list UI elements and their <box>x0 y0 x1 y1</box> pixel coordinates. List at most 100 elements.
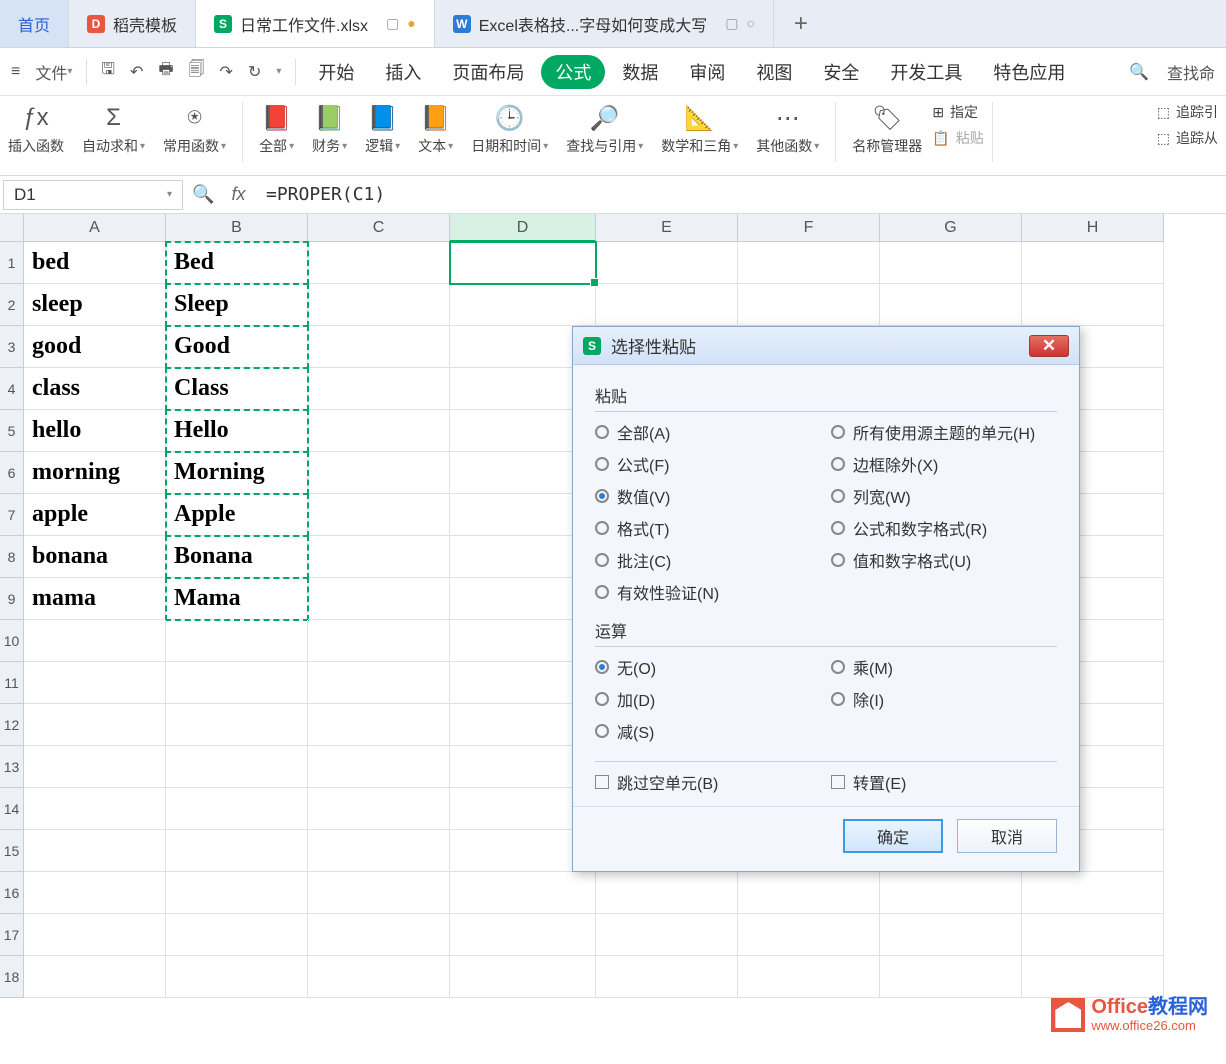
autosum-button[interactable]: Σ自动求和▾ <box>74 102 153 158</box>
row-header[interactable]: 11 <box>0 662 24 704</box>
cell-B9[interactable]: Mama <box>166 578 308 620</box>
cell-D16[interactable] <box>450 872 596 914</box>
radio-validation[interactable]: 有效性验证(N) <box>595 580 821 604</box>
formula-bar[interactable]: =PROPER(C1) <box>256 184 1226 205</box>
cell-A6[interactable]: morning <box>24 452 166 494</box>
cell-A10[interactable] <box>24 620 166 662</box>
col-header-G[interactable]: G <box>880 214 1022 242</box>
cell-B11[interactable] <box>166 662 308 704</box>
col-header-H[interactable]: H <box>1022 214 1164 242</box>
cell-A4[interactable]: class <box>24 368 166 410</box>
tab-new[interactable]: + <box>774 10 828 38</box>
cell-A7[interactable]: apple <box>24 494 166 536</box>
cell-F16[interactable] <box>738 872 880 914</box>
cell-A1[interactable]: bed <box>24 242 166 284</box>
redo2-icon[interactable]: ↻ <box>242 58 267 86</box>
save-icon[interactable]: 🖫 <box>95 54 121 89</box>
menu-insert[interactable]: 插入 <box>371 55 435 89</box>
cell-D2[interactable] <box>450 284 596 326</box>
cell-C18[interactable] <box>308 956 450 998</box>
menu-security[interactable]: 安全 <box>809 55 873 89</box>
cell-G16[interactable] <box>880 872 1022 914</box>
col-header-D[interactable]: D <box>450 214 596 242</box>
menu-formula[interactable]: 公式 <box>541 55 605 89</box>
cell-E16[interactable] <box>596 872 738 914</box>
row-header[interactable]: 18 <box>0 956 24 998</box>
row-header[interactable]: 14 <box>0 788 24 830</box>
cell-G2[interactable] <box>880 284 1022 326</box>
cell-B12[interactable] <box>166 704 308 746</box>
cell-C6[interactable] <box>308 452 450 494</box>
cell-A16[interactable] <box>24 872 166 914</box>
search-icon[interactable]: 🔍 <box>1123 58 1155 86</box>
menu-page[interactable]: 页面布局 <box>438 55 538 89</box>
row-header[interactable]: 9 <box>0 578 24 620</box>
radio-all[interactable]: 全部(A) <box>595 420 821 444</box>
cell-C3[interactable] <box>308 326 450 368</box>
radio-value-num[interactable]: 值和数字格式(U) <box>831 548 1057 572</box>
trace-dep-button[interactable]: ⬚追踪从 <box>1157 128 1218 148</box>
cell-E1[interactable] <box>596 242 738 284</box>
name-box[interactable]: D1 ▾ <box>3 180 183 210</box>
radio-none[interactable]: 无(O) <box>595 655 821 679</box>
cell-B3[interactable]: Good <box>166 326 308 368</box>
col-header-C[interactable]: C <box>308 214 450 242</box>
row-header[interactable]: 8 <box>0 536 24 578</box>
menu-view[interactable]: 视图 <box>742 55 806 89</box>
cell-B13[interactable] <box>166 746 308 788</box>
radio-formula-num[interactable]: 公式和数字格式(R) <box>831 516 1057 540</box>
cell-B4[interactable]: Class <box>166 368 308 410</box>
cell-B18[interactable] <box>166 956 308 998</box>
menu-start[interactable]: 开始 <box>304 55 368 89</box>
cell-B6[interactable]: Morning <box>166 452 308 494</box>
cell-C12[interactable] <box>308 704 450 746</box>
row-header[interactable]: 3 <box>0 326 24 368</box>
cell-A12[interactable] <box>24 704 166 746</box>
tab-expand-icon[interactable]: ▢ <box>386 15 399 32</box>
row-header[interactable]: 2 <box>0 284 24 326</box>
radio-mul[interactable]: 乘(M) <box>831 655 1057 679</box>
cell-E18[interactable] <box>596 956 738 998</box>
menu-data[interactable]: 数据 <box>608 55 672 89</box>
cell-H1[interactable] <box>1022 242 1164 284</box>
cancel-button[interactable]: 取消 <box>957 819 1057 853</box>
tab-home[interactable]: 首页 <box>0 0 69 47</box>
cell-B7[interactable]: Apple <box>166 494 308 536</box>
menu-review[interactable]: 审阅 <box>675 55 739 89</box>
cell-G1[interactable] <box>880 242 1022 284</box>
cell-F2[interactable] <box>738 284 880 326</box>
cell-A15[interactable] <box>24 830 166 872</box>
preview-icon[interactable]: 🗐 <box>183 54 211 89</box>
cell-H16[interactable] <box>1022 872 1164 914</box>
cell-C14[interactable] <box>308 788 450 830</box>
cell-B1[interactable]: Bed <box>166 242 308 284</box>
cell-D17[interactable] <box>450 914 596 956</box>
cell-A13[interactable] <box>24 746 166 788</box>
cell-A5[interactable]: hello <box>24 410 166 452</box>
row-header[interactable]: 16 <box>0 872 24 914</box>
cell-B8[interactable]: Bonana <box>166 536 308 578</box>
cell-B14[interactable] <box>166 788 308 830</box>
row-header[interactable]: 1 <box>0 242 24 284</box>
math-fn-button[interactable]: 📐数学和三角▾ <box>653 102 746 158</box>
row-header[interactable]: 13 <box>0 746 24 788</box>
row-header[interactable]: 6 <box>0 452 24 494</box>
row-header[interactable]: 10 <box>0 620 24 662</box>
cell-B16[interactable] <box>166 872 308 914</box>
cell-H17[interactable] <box>1022 914 1164 956</box>
cell-C4[interactable] <box>308 368 450 410</box>
radio-col-width[interactable]: 列宽(W) <box>831 484 1057 508</box>
cell-E2[interactable] <box>596 284 738 326</box>
cell-C10[interactable] <box>308 620 450 662</box>
menu-dev[interactable]: 开发工具 <box>876 55 976 89</box>
cell-A8[interactable]: bonana <box>24 536 166 578</box>
lookup-fn-button[interactable]: 🔎查找与引用▾ <box>558 102 651 158</box>
col-header-F[interactable]: F <box>738 214 880 242</box>
cell-C8[interactable] <box>308 536 450 578</box>
undo-icon[interactable]: ↶ <box>124 58 149 86</box>
close-button[interactable]: ✕ <box>1029 335 1069 357</box>
common-fn-button[interactable]: ⍟常用函数▾ <box>155 102 234 158</box>
cell-H2[interactable] <box>1022 284 1164 326</box>
cell-B15[interactable] <box>166 830 308 872</box>
redo-icon[interactable]: ↷ <box>214 58 239 86</box>
